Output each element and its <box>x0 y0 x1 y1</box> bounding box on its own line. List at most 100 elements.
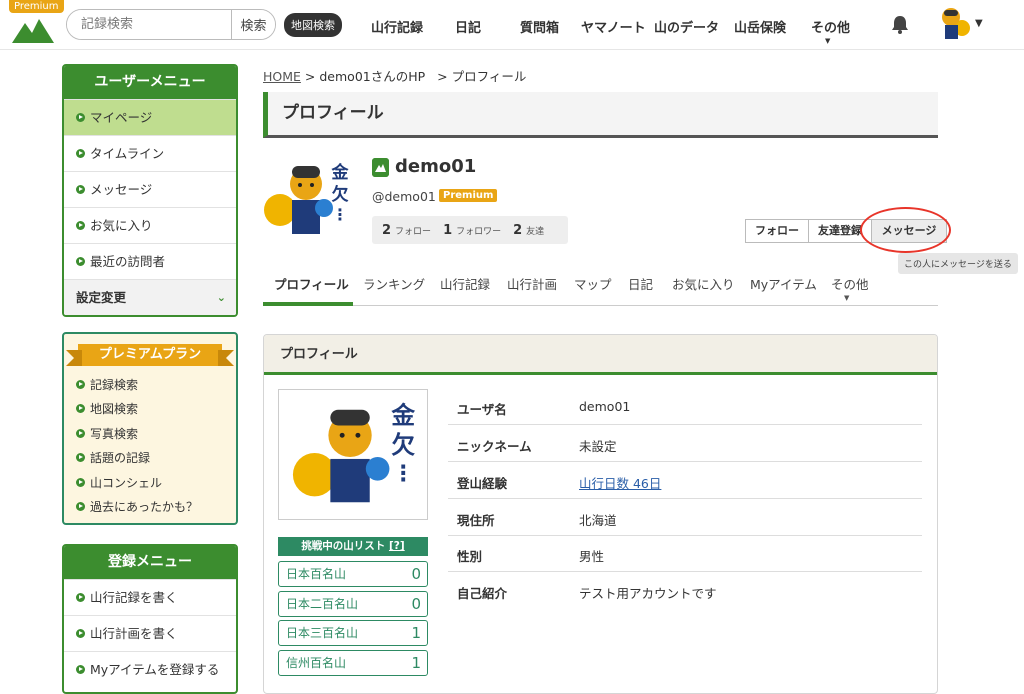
challenge-item[interactable]: 日本二百名山 0 <box>278 591 428 617</box>
nav-records[interactable]: 山行記録 <box>371 17 423 36</box>
nav-more-caret-icon: ▼ <box>825 37 831 45</box>
challenge-count: 0 <box>411 595 421 613</box>
sidebar-item-messages[interactable]: メッセージ <box>64 171 236 207</box>
challenge-item[interactable]: 日本三百名山 1 <box>278 620 428 646</box>
tab-map[interactable]: マップ <box>574 274 612 293</box>
bell-icon[interactable] <box>890 14 910 34</box>
register-menu: 登録メニュー 山行記録を書く 山行計画を書く Myアイテムを登録する <box>62 544 238 694</box>
field-label: ニックネーム <box>457 439 532 454</box>
premium-item-past[interactable]: 過去にあったかも？ <box>76 498 198 515</box>
tab-more[interactable]: その他 <box>831 274 869 293</box>
arrow-bullet-icon <box>76 502 85 511</box>
highlight-circle <box>860 207 951 253</box>
challenge-count: 1 <box>411 624 421 642</box>
premium-item-map-search[interactable]: 地図検索 <box>76 400 138 417</box>
nav-yamanote[interactable]: ヤマノート <box>581 17 646 36</box>
follower-stat[interactable]: 1 フォロワー <box>443 223 501 238</box>
nav-questions[interactable]: 質問箱 <box>520 17 559 36</box>
sidebar-item-label: メッセージ <box>90 182 153 197</box>
page-title: プロフィール <box>263 92 938 138</box>
challenge-name: 日本三百名山 <box>286 626 359 640</box>
tab-plans[interactable]: 山行計画 <box>507 274 557 293</box>
challenge-item[interactable]: 日本百名山 0 <box>278 561 428 587</box>
premium-item-photo-search[interactable]: 写真検索 <box>76 425 138 442</box>
tab-profile[interactable]: プロフィール <box>274 274 349 293</box>
avatar-text: ⋮ <box>332 205 348 224</box>
premium-item-trending[interactable]: 話題の記録 <box>76 449 150 466</box>
profile-row-intro: 自己紹介 テスト用アカウントです <box>448 572 922 609</box>
premium-item-label: 写真検索 <box>90 427 139 441</box>
breadcrumb-home-link[interactable]: HOME <box>263 69 301 84</box>
search-input[interactable] <box>67 10 231 39</box>
sidebar-item-write-record[interactable]: 山行記録を書く <box>64 579 236 615</box>
breadcrumb-user-hp[interactable]: demo01さんのHP <box>319 69 425 84</box>
premium-item-label: 山コンシェル <box>90 476 163 490</box>
search-button[interactable]: 検索 <box>231 10 275 39</box>
follow-stat[interactable]: 2 フォロー <box>382 223 431 238</box>
sidebar-item-label: 山行計画を書く <box>90 626 178 641</box>
tab-ranking[interactable]: ランキング <box>363 274 425 293</box>
premium-item-label: 記録検索 <box>90 378 139 392</box>
nav-more[interactable]: その他 <box>811 17 850 36</box>
nav-mountain-data[interactable]: 山のデータ <box>654 17 719 36</box>
tab-diary[interactable]: 日記 <box>628 274 653 293</box>
premium-item-label: 過去にあったかも？ <box>90 500 199 514</box>
sidebar-item-write-plan[interactable]: 山行計画を書く <box>64 615 236 651</box>
follow-button[interactable]: フォロー <box>745 219 809 243</box>
field-value: 男性 <box>579 549 605 564</box>
premium-item-concierge[interactable]: 山コンシェル <box>76 474 162 491</box>
challenge-help-link[interactable]: [?] <box>389 540 405 552</box>
premium-item-record-search[interactable]: 記録検索 <box>76 376 138 393</box>
sidebar-item-label: Myアイテムを登録する <box>90 662 220 677</box>
user-menu-title: ユーザーメニュー <box>64 66 236 99</box>
avatar-text: 金 <box>331 162 350 183</box>
user-menu-caret-icon[interactable]: ▼ <box>975 18 983 29</box>
follower-label: フォロワー <box>456 226 502 237</box>
breadcrumb-current: プロフィール <box>451 69 527 84</box>
sidebar-item-label: 設定変更 <box>76 290 127 305</box>
field-label: 登山経験 <box>457 476 508 491</box>
sidebar-item-label: マイページ <box>90 110 153 125</box>
nav-diary[interactable]: 日記 <box>455 17 481 36</box>
challenge-name: 日本二百名山 <box>286 597 359 611</box>
yamareco-logo-icon[interactable] <box>12 17 54 43</box>
sidebar-item-recent-visitors[interactable]: 最近の訪問者 <box>64 243 236 279</box>
profile-row-experience: 登山経験 山行日数 46日 <box>448 462 922 499</box>
challenge-item[interactable]: 信州百名山 1 <box>278 650 428 676</box>
challenge-list-title: 挑戦中の山リスト [?] <box>278 537 428 556</box>
sidebar-item-register-item[interactable]: Myアイテムを登録する <box>64 651 236 687</box>
nav-insurance[interactable]: 山岳保険 <box>734 17 786 36</box>
friend-count: 2 <box>513 222 523 238</box>
avatar-text: 欠 <box>391 431 415 459</box>
follow-label: フォロー <box>395 226 432 237</box>
arrow-bullet-icon <box>76 221 85 230</box>
challenge-count: 1 <box>411 654 421 672</box>
breadcrumb-separator: > <box>304 69 316 84</box>
map-search-button[interactable]: 地図検索 <box>284 13 342 37</box>
field-label: 自己紹介 <box>457 586 508 601</box>
sidebar-item-timeline[interactable]: タイムライン <box>64 135 236 171</box>
premium-badge: Premium <box>439 189 498 202</box>
profile-row-address: 現住所 北海道 <box>448 499 922 536</box>
experience-link[interactable]: 山行日数 46日 <box>579 473 661 492</box>
avatar-text: 金 <box>390 401 415 429</box>
challenge-name: 信州百名山 <box>286 656 347 670</box>
tab-favorites[interactable]: お気に入り <box>672 274 735 293</box>
user-avatar[interactable] <box>936 6 970 42</box>
sidebar-item-mypage[interactable]: マイページ <box>64 99 236 135</box>
profile-username: demo01 <box>395 156 477 177</box>
tab-records[interactable]: 山行記録 <box>440 274 490 293</box>
challenge-name: 日本百名山 <box>286 567 347 581</box>
field-value: 北海道 <box>579 513 617 528</box>
field-value: テスト用アカウントです <box>579 586 717 601</box>
sidebar-item-settings[interactable]: 設定変更 ⌄ <box>64 279 236 315</box>
arrow-bullet-icon <box>76 429 85 438</box>
profile-row-username: ユーザ名 demo01 <box>448 388 922 425</box>
tab-my-items[interactable]: Myアイテム <box>750 274 817 293</box>
friend-stat[interactable]: 2 友達 <box>513 223 544 238</box>
avatar-text: ⋮ <box>392 462 414 487</box>
field-value: 未設定 <box>579 439 617 454</box>
sidebar-item-label: 最近の訪問者 <box>90 254 166 269</box>
field-value: demo01 <box>579 399 631 414</box>
sidebar-item-favorites[interactable]: お気に入り <box>64 207 236 243</box>
